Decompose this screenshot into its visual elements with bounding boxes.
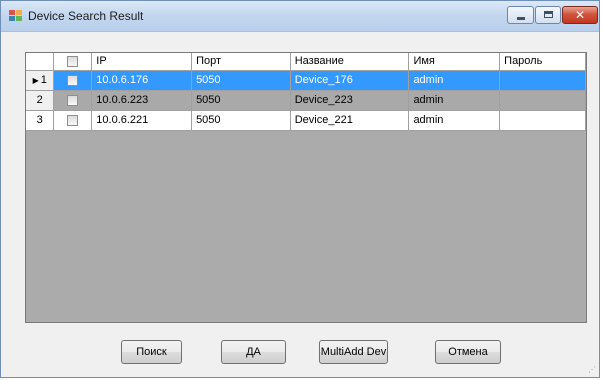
cell-port[interactable]: 5050: [191, 90, 291, 111]
current-row-icon: ▶: [32, 76, 39, 85]
resize-grip-icon[interactable]: ⋰: [588, 365, 596, 374]
device-grid[interactable]: IP Порт Название Имя Пароль ▶ 1 10.0.6.17…: [25, 52, 587, 323]
cell-user[interactable]: admin: [408, 110, 501, 131]
row-checkbox[interactable]: [67, 94, 79, 106]
cell-port[interactable]: 5050: [191, 110, 291, 131]
table-row[interactable]: 3 10.0.6.221 5050 Device_221 admin: [26, 110, 586, 131]
row-header-corner: [26, 53, 55, 71]
column-header-name[interactable]: Название: [290, 53, 410, 71]
close-icon: ✕: [574, 8, 586, 22]
select-all-cell[interactable]: [53, 53, 93, 71]
table-row[interactable]: ▶ 1 10.0.6.176 5050 Device_176 admin: [26, 70, 586, 91]
cell-user[interactable]: admin: [408, 70, 501, 91]
cell-ip[interactable]: 10.0.6.176: [91, 70, 193, 91]
cell-ip[interactable]: 10.0.6.223: [91, 90, 193, 111]
cell-password[interactable]: [499, 70, 586, 91]
ok-button[interactable]: ДА: [221, 340, 286, 364]
cell-ip[interactable]: 10.0.6.221: [91, 110, 193, 131]
cell-name[interactable]: Device_176: [290, 70, 410, 91]
row-select-cell[interactable]: [53, 90, 93, 111]
column-header-user[interactable]: Имя: [408, 53, 501, 71]
column-header-password[interactable]: Пароль: [499, 53, 586, 71]
row-select-cell[interactable]: [53, 110, 93, 131]
table-row[interactable]: 2 10.0.6.223 5050 Device_223 admin: [26, 90, 586, 111]
select-all-checkbox[interactable]: [67, 55, 79, 67]
row-checkbox[interactable]: [67, 114, 79, 126]
close-button[interactable]: ✕: [562, 6, 598, 24]
cell-password[interactable]: [499, 90, 586, 111]
cell-name[interactable]: Device_221: [290, 110, 410, 131]
search-button[interactable]: Поиск: [121, 340, 182, 364]
window-title: Device Search Result: [28, 9, 144, 23]
row-select-cell[interactable]: [53, 70, 93, 91]
cell-password[interactable]: [499, 110, 586, 131]
minimize-icon: [517, 17, 525, 20]
row-checkbox[interactable]: [67, 74, 79, 86]
minimize-button[interactable]: [507, 6, 534, 24]
row-number: 1: [40, 74, 47, 86]
cell-name[interactable]: Device_223: [290, 90, 410, 111]
row-header[interactable]: 3: [26, 110, 55, 131]
multi-add-button[interactable]: MultiAdd Dev: [319, 340, 388, 364]
row-number: 3: [36, 114, 43, 126]
grid-header-row: IP Порт Название Имя Пароль: [26, 53, 586, 71]
cell-port[interactable]: 5050: [191, 70, 291, 91]
cell-user[interactable]: admin: [408, 90, 501, 111]
app-icon: [9, 10, 23, 22]
row-header[interactable]: 2: [26, 90, 55, 111]
cancel-button[interactable]: Отмена: [435, 340, 501, 364]
row-header[interactable]: ▶ 1: [26, 70, 55, 91]
column-header-ip[interactable]: IP: [91, 53, 193, 71]
column-header-port[interactable]: Порт: [191, 53, 291, 71]
maximize-icon: [544, 11, 553, 18]
maximize-button[interactable]: [535, 6, 561, 24]
row-number: 2: [36, 94, 43, 106]
device-search-window: Device Search Result ✕ IP Порт Название …: [0, 0, 600, 378]
title-bar[interactable]: Device Search Result ✕: [1, 1, 599, 32]
